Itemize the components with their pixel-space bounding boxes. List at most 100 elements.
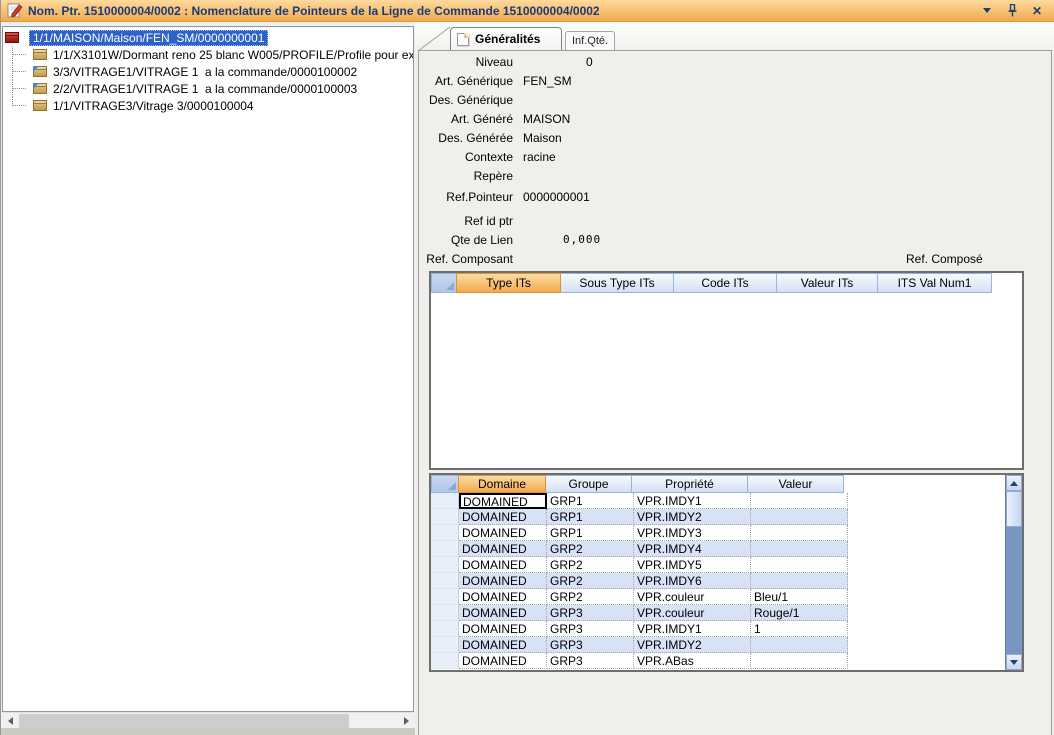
column-header-domaine[interactable]: Domaine	[458, 475, 546, 493]
field-value-niveau[interactable]: 0	[586, 55, 593, 70]
row-header[interactable]	[431, 605, 459, 621]
cell-valeur[interactable]	[751, 541, 848, 557]
tree-item[interactable]: 1/1/X3101W/Dormant reno 25 blanc W005/PR…	[3, 46, 413, 63]
pin-button[interactable]	[1004, 3, 1020, 19]
cell-valeur[interactable]	[751, 653, 848, 669]
cell-propriete[interactable]: VPR.IMDY4	[634, 541, 751, 557]
column-header-groupe[interactable]: Groupe	[545, 475, 632, 493]
cell-valeur[interactable]	[751, 525, 848, 541]
scrollbar-thumb[interactable]	[19, 714, 349, 728]
scrollbar-thumb[interactable]	[1006, 491, 1022, 527]
cell-groupe[interactable]: GRP2	[547, 589, 634, 605]
close-button[interactable]: ✕	[1029, 3, 1045, 19]
cell-valeur[interactable]: Bleu/1	[751, 589, 848, 605]
table-row[interactable]: DOMAINED GRP1 VPR.IMDY1	[431, 493, 1022, 509]
column-header-its-val-num1[interactable]: ITS Val Num1	[877, 273, 992, 293]
cell-valeur[interactable]: Rouge/1	[751, 605, 848, 621]
column-header-valeur-its[interactable]: Valeur ITs	[776, 273, 878, 293]
row-header[interactable]	[431, 573, 459, 589]
cell-propriete[interactable]: VPR.couleur	[634, 605, 751, 621]
table-row[interactable]: DOMAINED GRP2 VPR.IMDY6	[431, 573, 1022, 589]
tab-inf-qte[interactable]: Inf.Qté.	[565, 31, 615, 50]
column-header-code-its[interactable]: Code ITs	[673, 273, 777, 293]
tree-item[interactable]: 1/1/VITRAGE3/Vitrage 3/0000100004	[3, 97, 413, 114]
cell-valeur[interactable]	[751, 557, 848, 573]
table-row[interactable]: DOMAINED GRP2 VPR.IMDY4	[431, 541, 1022, 557]
cell-valeur[interactable]	[751, 509, 848, 525]
cell-domaine[interactable]: DOMAINED	[459, 653, 547, 669]
row-header[interactable]	[431, 653, 459, 669]
row-header[interactable]	[431, 589, 459, 605]
title-bar[interactable]: Nom. Ptr. 1510000004/0002 : Nomenclature…	[1, 0, 1054, 22]
row-header[interactable]	[431, 621, 459, 637]
row-header[interactable]	[431, 509, 459, 525]
cell-groupe[interactable]: GRP1	[547, 525, 634, 541]
field-value-contexte[interactable]: racine	[523, 150, 556, 165]
cell-groupe[interactable]: GRP3	[547, 653, 634, 669]
menu-chevron-button[interactable]	[979, 3, 995, 19]
cell-valeur[interactable]	[751, 493, 848, 509]
cell-valeur[interactable]: 1	[751, 621, 848, 637]
cell-valeur[interactable]	[751, 637, 848, 653]
cell-propriete[interactable]: VPR.ABas	[634, 653, 751, 669]
cell-domaine[interactable]: DOMAINED	[459, 557, 547, 573]
cell-groupe[interactable]: GRP2	[547, 541, 634, 557]
column-header-sous-type-its[interactable]: Sous Type ITs	[560, 273, 674, 293]
field-value-qte-de-lien[interactable]: 0,000	[563, 233, 601, 248]
cell-domaine[interactable]: DOMAINED	[459, 621, 547, 637]
cell-propriete[interactable]: VPR.IMDY3	[634, 525, 751, 541]
row-header[interactable]	[431, 637, 459, 653]
scroll-up-button[interactable]	[1006, 475, 1022, 491]
scroll-left-button[interactable]	[2, 713, 18, 729]
cell-domaine[interactable]: DOMAINED	[459, 605, 547, 621]
scroll-right-button[interactable]	[398, 713, 414, 729]
field-value-des-generee[interactable]: Maison	[523, 131, 562, 146]
cell-domaine-focused[interactable]: DOMAINED	[459, 493, 547, 509]
row-header[interactable]	[431, 525, 459, 541]
nomenclature-tree[interactable]: 1/1/MAISON/Maison/FEN_SM/0000000001 1/1/…	[2, 26, 414, 712]
cell-propriete[interactable]: VPR.IMDY1	[634, 493, 751, 509]
cell-groupe[interactable]: GRP3	[547, 621, 634, 637]
tree-horizontal-scrollbar[interactable]	[2, 712, 414, 728]
table-row[interactable]: DOMAINED GRP1 VPR.IMDY2	[431, 509, 1022, 525]
cell-domaine[interactable]: DOMAINED	[459, 525, 547, 541]
cell-domaine[interactable]: DOMAINED	[459, 541, 547, 557]
column-header-valeur[interactable]: Valeur	[747, 475, 844, 493]
cell-domaine[interactable]: DOMAINED	[459, 637, 547, 653]
table-row[interactable]: DOMAINED GRP3 VPR.ABas	[431, 653, 1022, 669]
tree-item[interactable]: 3/3/VITRAGE1/VITRAGE 1 a la commande/000…	[3, 63, 413, 80]
grid-corner-select-all[interactable]	[431, 475, 459, 493]
table-row[interactable]: DOMAINED GRP3 VPR.IMDY1 1	[431, 621, 1022, 637]
cell-groupe[interactable]: GRP2	[547, 573, 634, 589]
row-header[interactable]	[431, 493, 459, 509]
table-row[interactable]: DOMAINED GRP1 VPR.IMDY3	[431, 525, 1022, 541]
scroll-down-button[interactable]	[1006, 654, 1022, 670]
cell-groupe[interactable]: GRP3	[547, 605, 634, 621]
table-row[interactable]: DOMAINED GRP2 VPR.couleur Bleu/1	[431, 589, 1022, 605]
cell-domaine[interactable]: DOMAINED	[459, 573, 547, 589]
table-row[interactable]: DOMAINED GRP2 VPR.IMDY5	[431, 557, 1022, 573]
table-row[interactable]: DOMAINED GRP3 VPR.couleur Rouge/1	[431, 605, 1022, 621]
tree-item-root[interactable]: 1/1/MAISON/Maison/FEN_SM/0000000001	[3, 29, 413, 46]
tree-item[interactable]: 2/2/VITRAGE1/VITRAGE 1 a la commande/000…	[3, 80, 413, 97]
column-header-type-its[interactable]: Type ITs	[456, 273, 561, 293]
field-value-ref-pointeur[interactable]: 0000000001	[523, 190, 590, 205]
cell-valeur[interactable]	[751, 573, 848, 589]
grid-corner-select-all[interactable]	[431, 273, 457, 293]
cell-groupe[interactable]: GRP3	[547, 637, 634, 653]
cell-groupe[interactable]: GRP1	[547, 493, 634, 509]
column-header-propriete[interactable]: Propriété	[631, 475, 748, 493]
field-value-art-generique[interactable]: FEN_SM	[523, 74, 572, 89]
cell-domaine[interactable]: DOMAINED	[459, 589, 547, 605]
cell-domaine[interactable]: DOMAINED	[459, 509, 547, 525]
domain-table-vertical-scrollbar[interactable]	[1005, 475, 1022, 670]
field-value-art-genere[interactable]: MAISON	[523, 112, 570, 127]
cell-groupe[interactable]: GRP2	[547, 557, 634, 573]
table-row[interactable]: DOMAINED GRP3 VPR.IMDY2	[431, 637, 1022, 653]
cell-propriete[interactable]: VPR.IMDY1	[634, 621, 751, 637]
cell-propriete[interactable]: VPR.IMDY2	[634, 637, 751, 653]
row-header[interactable]	[431, 557, 459, 573]
tab-generalites[interactable]: Généralités	[450, 27, 562, 50]
cell-groupe[interactable]: GRP1	[547, 509, 634, 525]
row-header[interactable]	[431, 541, 459, 557]
